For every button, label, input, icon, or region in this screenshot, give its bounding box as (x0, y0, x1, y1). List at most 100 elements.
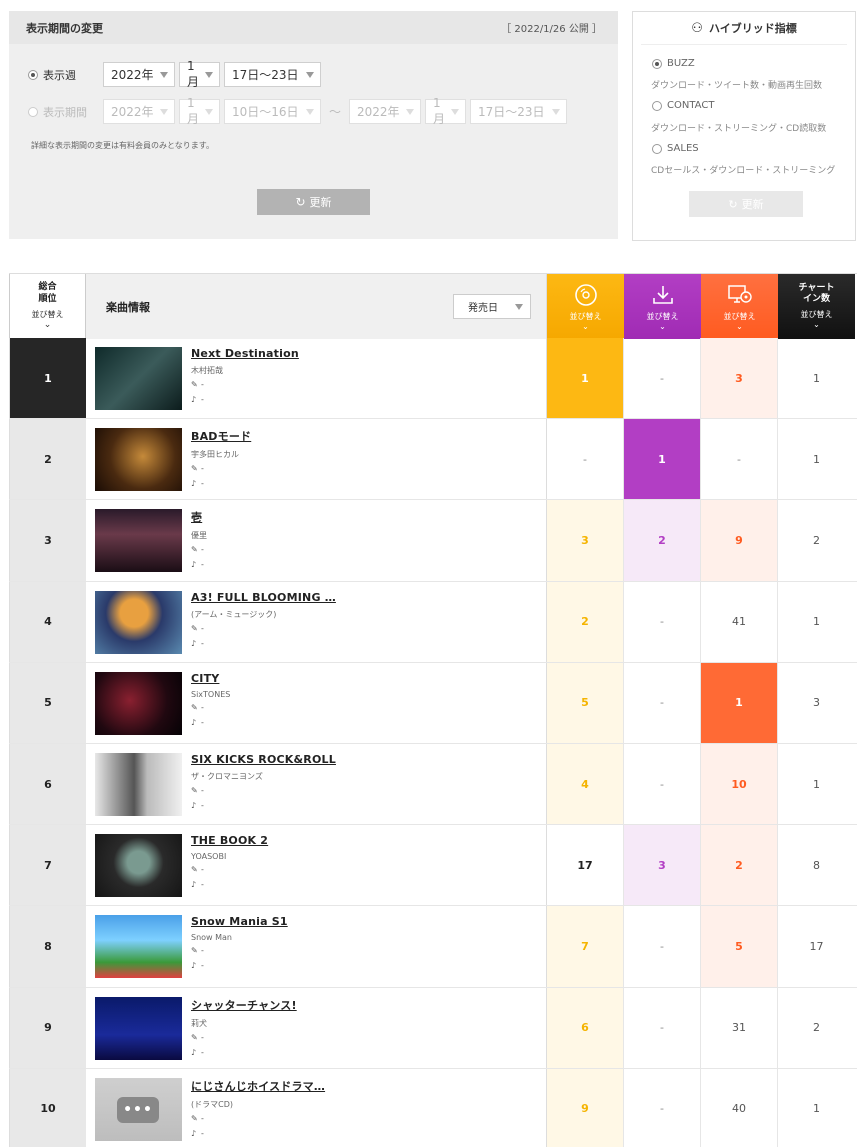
composer: - (201, 395, 204, 404)
sales-radio[interactable] (652, 143, 662, 154)
buzz-radio[interactable] (652, 58, 662, 69)
video-thumbnail[interactable] (95, 509, 182, 573)
song-title-link[interactable]: BADモード (191, 428, 251, 444)
writer: - (201, 702, 204, 712)
release-date-sort-select[interactable]: 発売日 (453, 294, 531, 319)
hybrid-option-contact[interactable]: CONTACT (652, 100, 714, 111)
hybrid-update-button[interactable]: ↻ 更新 (689, 191, 803, 217)
streaming-rank-cell: 40 (701, 1068, 778, 1147)
song-title-link[interactable]: SIX KICKS ROCK&ROLL (191, 753, 336, 766)
cd-rank-cell: 17 (547, 825, 624, 906)
song-title-link[interactable]: Next Destination (191, 347, 299, 360)
range-from-year-select[interactable]: 2022年 (103, 99, 175, 124)
cd-rank-cell: 7 (547, 906, 624, 987)
period-title: 表示期間の変更 (26, 21, 103, 35)
song-title-link[interactable]: CITY (191, 672, 230, 685)
download-header[interactable]: 並び替え ⌄ (624, 274, 701, 339)
chevron-down-icon (406, 108, 415, 115)
range-from-span-select[interactable]: 10日〜16日 (224, 99, 321, 124)
week-month-select[interactable]: 1月 (179, 59, 220, 89)
song-title-link[interactable]: Snow Mania S1 (191, 915, 288, 928)
range-from-month-select[interactable]: 1月 (179, 96, 220, 126)
chevron-down-icon (205, 71, 213, 78)
download-icon (624, 283, 701, 307)
hybrid-option-buzz[interactable]: BUZZ (652, 58, 695, 69)
table-row: 8 Snow Mania S1 Snow Man ✎ - ♪ - 7 - 5 17 (9, 906, 857, 988)
pencil-icon: ✎ (191, 785, 198, 795)
cd-sales-header[interactable]: 並び替え ⌄ (547, 274, 624, 339)
writer: - (201, 623, 204, 633)
song-info-cell: ••• にじさんじホイスドラマ… (ドラマCD) ✎ - ♪ - (86, 1068, 547, 1147)
streaming-rank-cell: 10 (701, 743, 778, 825)
week-row: 表示週 2022年 1月 17日〜23日 (28, 59, 325, 89)
song-artist: 優里 (191, 531, 207, 541)
hybrid-option-sales[interactable]: SALES (652, 143, 699, 154)
music-note-icon: ♪ (191, 800, 197, 810)
download-rank-cell: - (624, 1068, 701, 1147)
chart-in-header[interactable]: チャート イン数 並び替え ⌄ (778, 274, 855, 339)
composer: - (201, 479, 204, 489)
cd-rank-cell: 6 (547, 987, 624, 1068)
chevron-down-icon: ⌄ (813, 320, 820, 329)
week-year-select[interactable]: 2022年 (103, 62, 175, 87)
writer: - (201, 785, 204, 795)
song-artist: Snow Man (191, 933, 233, 943)
streaming-header[interactable]: 並び替え ⌄ (701, 274, 778, 339)
range-radio[interactable] (28, 106, 38, 117)
video-thumbnail[interactable] (95, 915, 182, 979)
video-thumbnail[interactable] (95, 996, 182, 1060)
song-info-cell: SIX KICKS ROCK&ROLL ザ・クロマニヨンズ ✎ - ♪ - (86, 743, 547, 825)
range-to-span-select[interactable]: 17日〜23日 (470, 99, 568, 124)
member-note: 詳細な表示期間の変更は有料会員のみとなります。 (31, 141, 214, 150)
chevron-down-icon: ⌄ (43, 320, 52, 330)
video-thumbnail[interactable] (95, 834, 182, 898)
range-row: 表示期間 2022年 1月 10日〜16日 〜 2022年 1月 17日〜23日 (28, 96, 571, 126)
contact-radio[interactable] (652, 100, 662, 111)
pencil-icon: ✎ (191, 702, 198, 712)
table-header: 総合 順位 並び替え ⌄ 楽曲情報 発売日 並び替え ⌄ 並び替え ⌄ 並び替え… (9, 273, 857, 339)
streaming-rank-cell: - (701, 419, 778, 500)
rank-header[interactable]: 総合 順位 並び替え ⌄ (9, 274, 86, 339)
table-row: 4 A3! FULL BLOOMING … (アーム・ミュージック) ✎ - ♪ -… (9, 581, 857, 663)
video-thumbnail[interactable] (95, 671, 182, 735)
song-title-link[interactable]: 壱 (191, 509, 207, 525)
hybrid-header: ⚇ ハイブリッド指標 (641, 12, 847, 45)
chevron-down-icon: ⌄ (736, 322, 743, 331)
period-update-button[interactable]: ↻ 更新 (257, 189, 370, 215)
song-title-link[interactable]: THE BOOK 2 (191, 834, 268, 847)
week-label: 表示週 (43, 68, 76, 82)
video-thumbnail[interactable]: ••• (95, 1077, 182, 1141)
song-artist: YOASOBI (191, 852, 227, 862)
video-thumbnail[interactable] (95, 347, 182, 410)
streaming-rank-cell: 9 (701, 500, 778, 581)
rank-cell: 1 (9, 338, 86, 419)
song-title-link[interactable]: A3! FULL BLOOMING … (191, 591, 336, 604)
range-to-month-select[interactable]: 1月 (425, 96, 467, 126)
range-label: 表示期間 (43, 105, 87, 119)
video-thumbnail[interactable] (95, 752, 182, 816)
song-info-cell: BADモード 宇多田ヒカル ✎ - ♪ - (86, 419, 547, 500)
streaming-icon (701, 283, 778, 307)
table-row: 6 SIX KICKS ROCK&ROLL ザ・クロマニヨンズ ✎ - ♪ - 4 … (9, 743, 857, 826)
song-title-link[interactable]: シャッターチャンス! (191, 997, 297, 1013)
range-to-year-select[interactable]: 2022年 (349, 99, 422, 124)
hybrid-panel: ⚇ ハイブリッド指標 BUZZ ダウンロード・ツイート数・動画再生回数 CONT… (632, 11, 856, 241)
week-span-select[interactable]: 17日〜23日 (224, 62, 321, 87)
cd-icon (547, 283, 624, 307)
placeholder-video-icon: ••• (117, 1096, 159, 1123)
writer: - (201, 946, 204, 956)
writer: - (201, 865, 204, 875)
streaming-rank-cell: 2 (701, 825, 778, 906)
chart-in-count-cell: 2 (813, 1021, 820, 1035)
download-rank-cell: - (624, 338, 701, 419)
song-artist: (ドラマCD) (191, 1099, 233, 1109)
video-thumbnail[interactable] (95, 428, 182, 492)
chevron-down-icon (306, 108, 314, 115)
download-rank-cell: - (624, 581, 701, 662)
song-title-link[interactable]: にじさんじホイスドラマ… (191, 1078, 325, 1094)
sales-desc: CDセールス・ダウンロード・ストリーミング (651, 166, 836, 176)
video-thumbnail[interactable] (95, 590, 182, 654)
streaming-rank-cell: 1 (701, 662, 778, 743)
week-radio[interactable] (28, 69, 38, 80)
chart-in-count-cell: 2 (813, 533, 820, 547)
